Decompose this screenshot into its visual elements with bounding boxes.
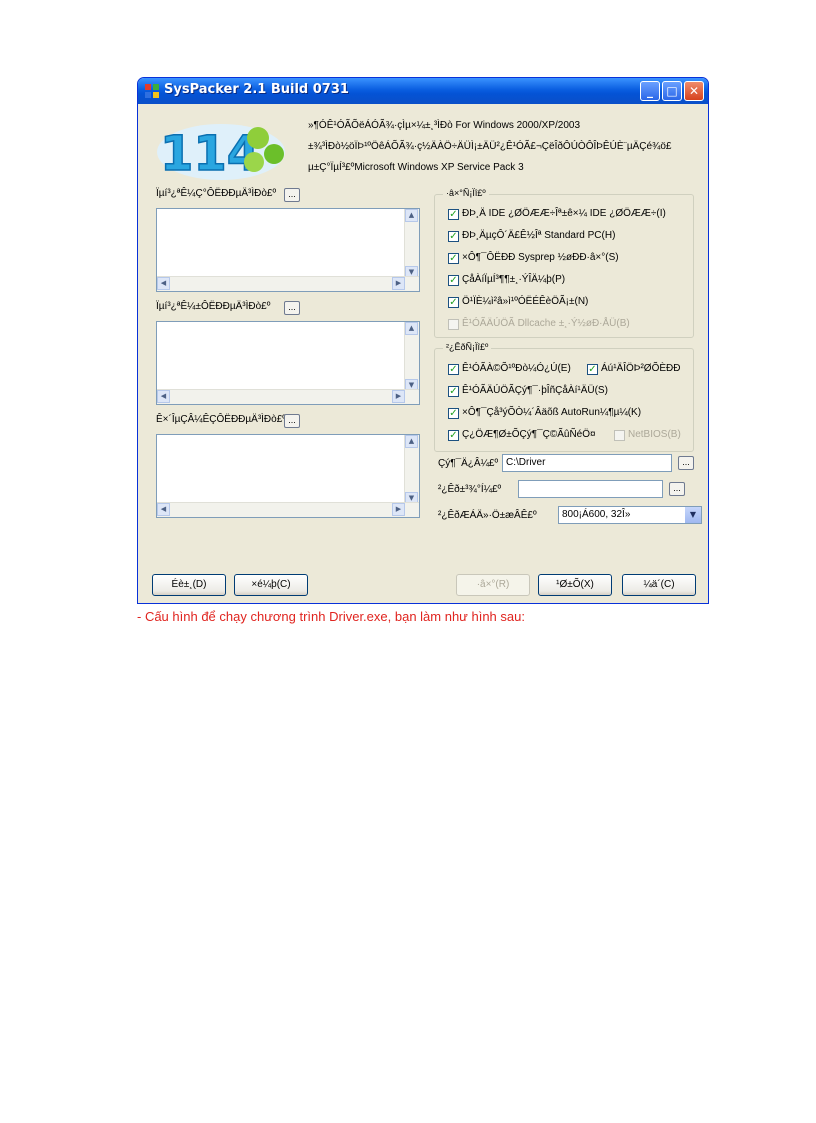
opt-ext-checkbox[interactable]: ✓ [448,364,459,375]
startup-before-label: Ïµí³¿ªÊ¼Ç°ÔËÐÐµÄ³ÌÐò£º [156,188,277,199]
resolution-value: 800¡Á600, 32Î» [562,509,631,520]
opt-autorun-checkbox[interactable]: ✓ [448,408,459,419]
resolution-select[interactable]: 800¡Á600, 32Î» ▼ [558,506,702,524]
startup-after-list[interactable]: ▲ ▼ ◀ ▶ [156,321,420,405]
bg-image-browse-button[interactable]: ... [669,482,685,496]
bg-image-label: ²¿Êð±³¾°Í¼£º [438,484,502,495]
devices-button[interactable]: Éè±¸(D) [152,574,226,596]
driver-dir-browse-button[interactable]: ... [678,456,694,470]
scroll-right-icon[interactable]: ▶ [392,503,405,516]
horizontal-scrollbar[interactable]: ◀ ▶ [157,389,419,404]
opt-dllcache-checkbox[interactable] [448,319,459,330]
banner-line-1: »¶Ó­Ê¹ÓÃÕëÁÓÃ¾·çÌµ×¼±¸³ÌÐò For Windows 2… [308,120,581,131]
startup-after-label: Ïµí³¿ªÊ¼±ÔËÐÐµÄ³ÌÐò£º [156,301,271,312]
scroll-left-icon[interactable]: ◀ [157,503,170,516]
opt-power-checkbox[interactable]: ✓ [448,231,459,242]
first-login-label: Ê×´ÎµÇÂ¼ÊÇÔËÐÐµÄ³ÌÐò£º [156,414,286,425]
opt-autorun-label[interactable]: ×Ô¶¯Çå³ýÕÒ¼´Âäõß AutoRun¼¶µ¼(K) [462,407,641,418]
opt-detect-checkbox[interactable]: ✓ [448,297,459,308]
vertical-scrollbar[interactable]: ▲ ▼ [404,435,419,505]
app-icon [145,84,159,98]
resolution-label: ²¿ÊðÆÁÄ»·Ö±æÂÊ£º [438,510,537,521]
close-window-button[interactable]: ✕ [684,81,704,101]
driver-dir-label: Çý¶¯Ä¿Â¼£º [438,458,499,469]
scroll-up-icon[interactable]: ▲ [405,322,418,335]
vertical-scrollbar[interactable]: ▲ ▼ [404,209,419,279]
horizontal-scrollbar[interactable]: ◀ ▶ [157,276,419,291]
components-button[interactable]: ×é¼þ(C) [234,574,308,596]
title-bar[interactable]: SysPacker 2.1 Build 0731 _ □ ✕ [138,78,708,104]
opt-sysprep-label[interactable]: ×Ô¶¯ÔËÐÐ Sysprep ½øÐÐ·â×°(S) [462,252,619,263]
banner-line-2: ±¾³ÌÐò½öÏÞ¹ºÖêÁÕÃ¾·ç½ÄÀÖ÷ÄÜÌ¡±ÄÜ²¿Ê¹ÓÃ£¬… [308,141,672,152]
opt-ide-checkbox[interactable]: ✓ [448,209,459,220]
horizontal-scrollbar[interactable]: ◀ ▶ [157,502,419,517]
opt-sysprep-checkbox[interactable]: ✓ [448,253,459,264]
bg-image-input[interactable] [518,480,663,498]
syspacker-window: SysPacker 2.1 Build 0731 _ □ ✕ 114 »¶Ó­Ê… [137,77,709,604]
opt-dllcache-label[interactable]: Ê¹ÓÃÄÚÖÃ Dllcache ±¸·Ý½øÐ·ÅÜ(B) [462,318,630,329]
opt-detect-label[interactable]: Ö¹ÏÈ¼ì²â»ì¹ºÓËÉÊèÖÃ¡±(N) [462,296,588,307]
opt-power-label[interactable]: ÐÞ¸ÄµçÔ´Ä£Ê½Îª Standard PC(H) [462,230,615,241]
opt-driver-clean-label[interactable]: Ê¹ÓÃÄÚÖÃÇý¶¯·þÎñÇåÀí¹ÄÜ(S) [462,385,608,396]
opt-cleanup-checkbox[interactable]: ✓ [448,275,459,286]
driver-dir-input[interactable]: C:\Driver [502,454,672,472]
close-button[interactable]: ¹Ø±Õ(X) [538,574,612,596]
caption-text: - Cấu hình để chạy chương trình Driver.e… [137,609,525,624]
logo-icon: 114 [157,124,285,183]
startup-before-list[interactable]: ▲ ▼ ◀ ▶ [156,208,420,292]
banner-line-3: µ±Ç°ÏµÍ³£ºMicrosoft Windows XP Service P… [308,162,524,173]
opt-ide-label[interactable]: ÐÞ¸Ä IDE ¿ØÖÆÆ÷Îª±ê×¼ IDE ¿ØÖÆÆ÷(I) [462,208,666,219]
opt-hide-label[interactable]: Áú¹ÄÎÖÞ²ØÕÈÐÐ [601,363,680,374]
window-title: SysPacker 2.1 Build 0731 [164,82,349,97]
maximize-button[interactable]: □ [662,81,682,101]
scroll-left-icon[interactable]: ◀ [157,277,170,290]
scroll-up-icon[interactable]: ▲ [405,435,418,448]
deploy-options-legend: ²¿ÊðÑ¡Ïî£º [443,342,492,352]
opt-driver-clean-checkbox[interactable]: ✓ [448,386,459,397]
scroll-up-icon[interactable]: ▲ [405,209,418,222]
pack-options-legend: ·â×°Ñ¡Ïî£º [443,188,489,198]
opt-ext-label[interactable]: Ê¹ÓÃÀ©Õ¹ºÐò¼Ó¿Ú(E) [462,363,571,374]
scroll-right-icon[interactable]: ▶ [392,277,405,290]
chevron-down-icon[interactable]: ▼ [685,507,701,523]
opt-netbios-label[interactable]: NetBIOS(B) [628,429,681,440]
opt-hide-checkbox[interactable]: ✓ [587,364,598,375]
vertical-scrollbar[interactable]: ▲ ▼ [404,322,419,392]
opt-cleanup-label[interactable]: ÇåÀíÏµÍ³¶¶±¸·ÝÎÄ¼þ(P) [462,274,565,285]
startup-after-browse-button[interactable]: ... [284,301,300,315]
startup-before-browse-button[interactable]: ... [284,188,300,202]
first-login-list[interactable]: ▲ ▼ ◀ ▶ [156,434,420,518]
scroll-left-icon[interactable]: ◀ [157,390,170,403]
logo-text: 114 [160,126,260,182]
opt-netbios-checkbox[interactable] [614,430,625,441]
minimize-button[interactable]: _ [640,81,660,101]
opt-sign-label[interactable]: Ç¿ÖÆ¶Ø±ÕÇý¶¯Ç©ÃûÑéÖ¤ [462,429,596,440]
scroll-right-icon[interactable]: ▶ [392,390,405,403]
cancel-button[interactable]: ¼ä´(C) [622,574,696,596]
opt-sign-checkbox[interactable]: ✓ [448,430,459,441]
pack-button[interactable]: ·â×°(R) [456,574,530,596]
first-login-browse-button[interactable]: ... [284,414,300,428]
